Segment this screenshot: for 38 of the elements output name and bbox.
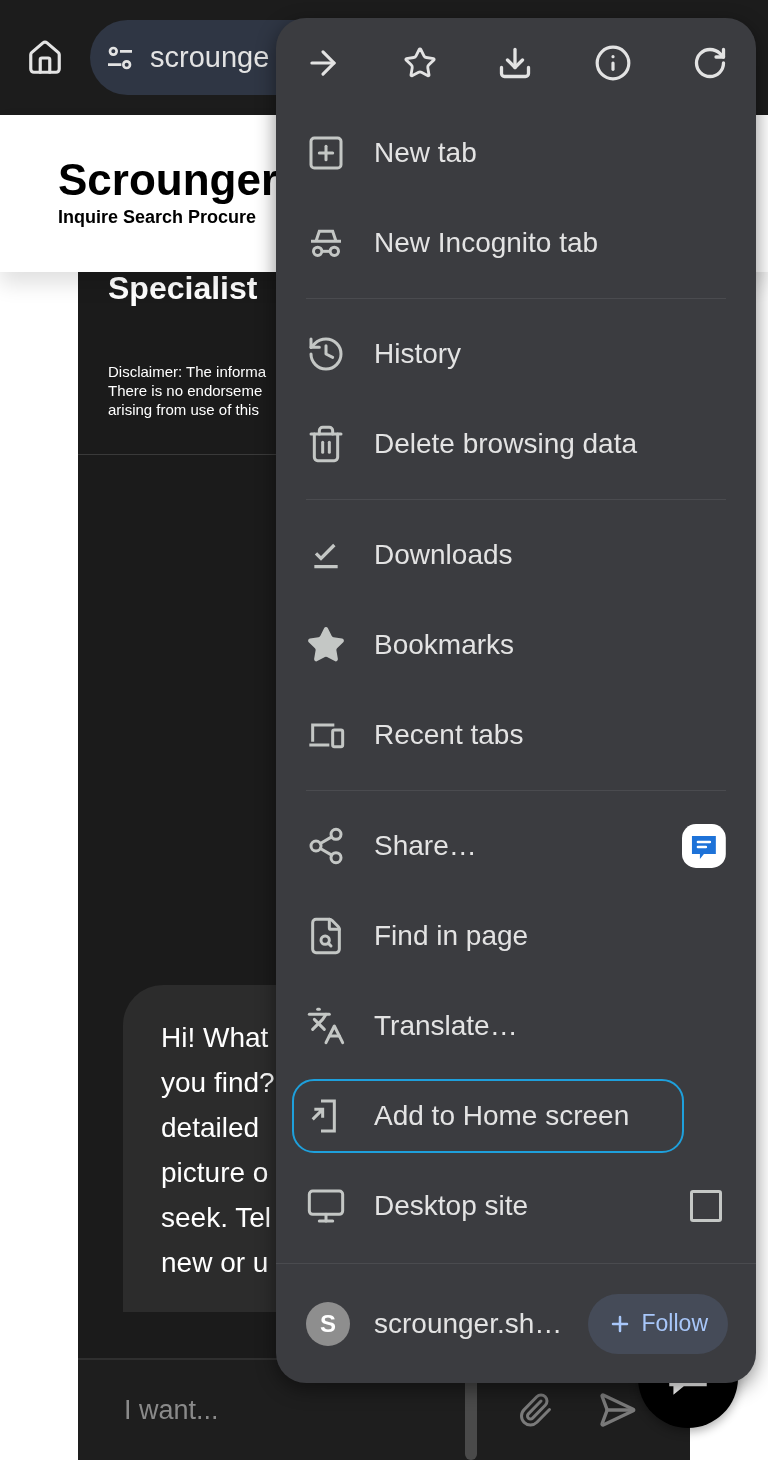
info-icon[interactable]: [593, 44, 632, 82]
site-name: scrounger.sh…: [374, 1306, 563, 1341]
menu-item[interactable]: Add to Home screen: [292, 1079, 684, 1153]
chat-message-text: new or u: [161, 1246, 269, 1280]
menu-item[interactable]: Recent tabs: [292, 698, 684, 772]
chat-message-text: seek. Tel: [161, 1201, 271, 1235]
menu-item[interactable]: Bookmarks: [292, 608, 684, 682]
star-icon[interactable]: [402, 46, 437, 80]
messages-app-icon[interactable]: [682, 824, 726, 868]
home-icon[interactable]: [26, 38, 64, 77]
reload-icon[interactable]: [692, 45, 728, 81]
download-icon[interactable]: [497, 45, 533, 81]
menu-item[interactable]: Delete browsing data: [292, 407, 684, 481]
menu-item[interactable]: Translate…: [292, 989, 684, 1063]
address-text: scrounge: [150, 39, 270, 75]
site-avatar: S: [306, 1301, 350, 1346]
send-icon[interactable]: [597, 1390, 637, 1430]
menu-item[interactable]: Desktop site: [292, 1169, 684, 1243]
menu-item[interactable]: Share…: [292, 809, 683, 883]
menu-item[interactable]: New Incognito tab: [292, 206, 684, 280]
logo-tagline: Inquire Search Procure: [58, 206, 258, 229]
menu-item[interactable]: History: [292, 317, 684, 391]
chat-message-text: Hi! What: [161, 1021, 269, 1055]
menu-item[interactable]: Downloads: [292, 518, 684, 592]
disclaimer-text: Disclaimer: The informa: [108, 362, 268, 381]
section-heading: Specialist: [108, 270, 259, 306]
menu-item[interactable]: New tab: [292, 116, 684, 190]
disclaimer-text: There is no endorseme: [108, 381, 264, 400]
message-input[interactable]: I want...: [98, 1380, 458, 1440]
logo-title: Scrounger: [58, 156, 280, 204]
chat-message-text: you find?: [161, 1066, 275, 1100]
translate-icon: [306, 1006, 346, 1046]
follow-button[interactable]: Follow: [587, 1293, 728, 1354]
menu-item[interactable]: Find in page: [292, 899, 684, 973]
chat-message-text: picture o: [161, 1156, 269, 1190]
chat-message-text: detailed: [161, 1111, 260, 1145]
disclaimer-text: arising from use of this: [108, 400, 260, 419]
checkbox[interactable]: [690, 1190, 722, 1222]
